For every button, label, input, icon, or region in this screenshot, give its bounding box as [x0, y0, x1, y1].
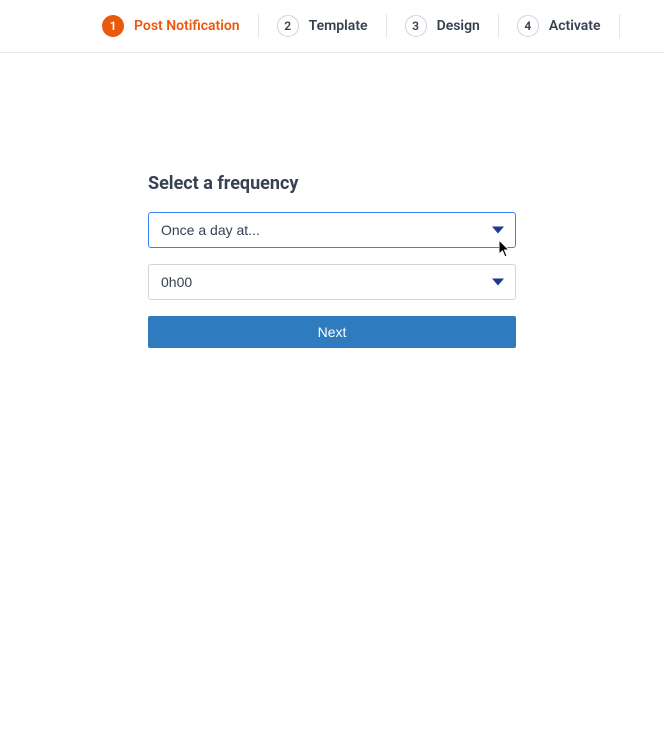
- step-number: 1: [102, 15, 124, 37]
- frequency-value: Once a day at...: [161, 222, 260, 238]
- time-value: 0h00: [161, 274, 192, 290]
- time-select[interactable]: 0h00: [148, 264, 516, 300]
- frequency-select[interactable]: Once a day at...: [148, 212, 516, 248]
- frequency-select-wrap: Once a day at...: [148, 212, 516, 248]
- step-number: 2: [277, 15, 299, 37]
- step-number: 4: [517, 15, 539, 37]
- step-post-notification[interactable]: 1 Post Notification: [84, 14, 259, 38]
- step-activate[interactable]: 4 Activate: [499, 14, 620, 38]
- step-template[interactable]: 2 Template: [259, 14, 387, 38]
- step-label: Activate: [549, 18, 601, 34]
- step-number: 3: [405, 15, 427, 37]
- wizard-stepper: 1 Post Notification 2 Template 3 Design …: [0, 0, 664, 53]
- step-label: Post Notification: [134, 18, 240, 34]
- step-label: Template: [309, 18, 368, 34]
- section-heading: Select a frequency: [148, 173, 516, 194]
- next-button[interactable]: Next: [148, 316, 516, 348]
- time-select-wrap: 0h00: [148, 264, 516, 300]
- step-design[interactable]: 3 Design: [387, 14, 499, 38]
- main-content: Select a frequency Once a day at... 0h00…: [0, 53, 664, 348]
- step-label: Design: [437, 18, 480, 34]
